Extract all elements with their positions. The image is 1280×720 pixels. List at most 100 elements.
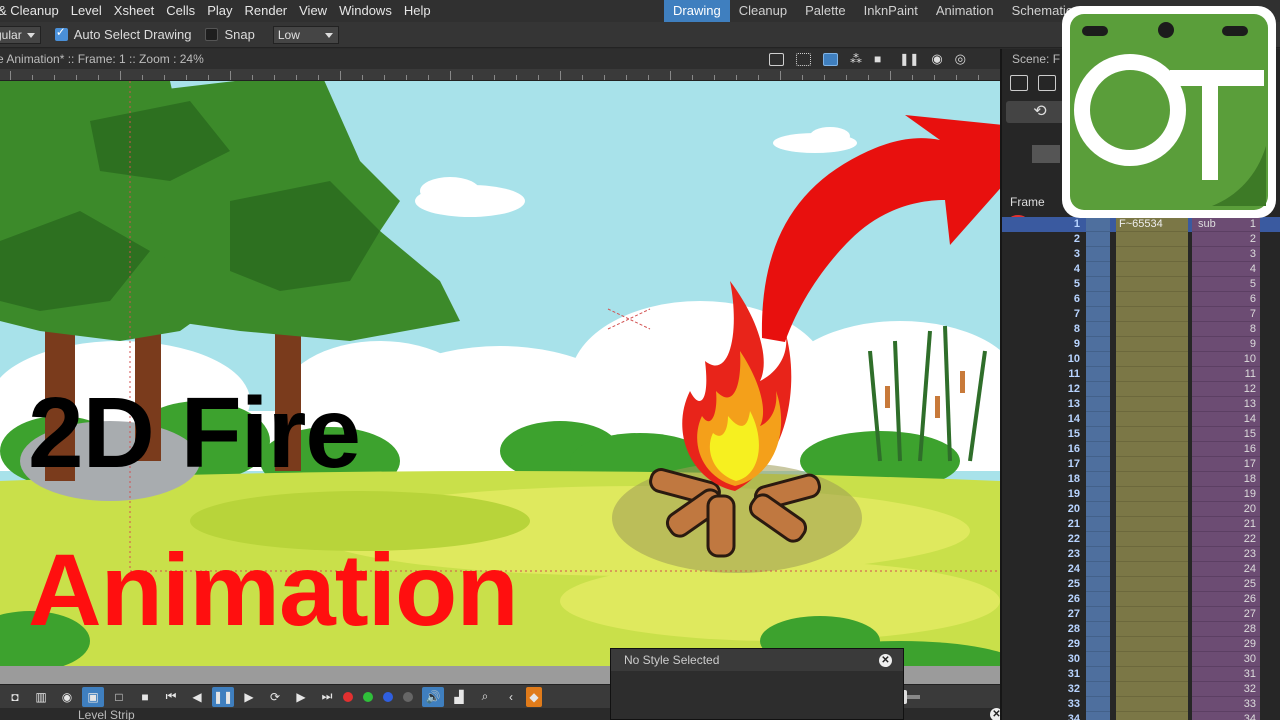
camera-stand-icon[interactable] xyxy=(822,52,838,66)
xsheet-cell-column2[interactable] xyxy=(1116,637,1188,652)
room-tab-animation[interactable]: Animation xyxy=(927,0,1003,22)
xsheet-cell-column2[interactable] xyxy=(1116,292,1188,307)
xsheet-cell-column3[interactable]: 4 xyxy=(1192,262,1260,277)
room-tab-inknpaint[interactable]: InknPaint xyxy=(855,0,927,22)
loop-icon[interactable]: ⟳ xyxy=(264,687,286,707)
snap-checkbox[interactable] xyxy=(205,28,219,41)
menu-level[interactable]: Level xyxy=(65,0,108,22)
alpha-channel-icon[interactable] xyxy=(403,691,413,702)
prev-arrow-icon[interactable]: ‹ xyxy=(500,687,522,707)
last-frame-icon[interactable]: ⏭ xyxy=(316,687,338,707)
xsheet-cell-column3[interactable]: 23 xyxy=(1192,547,1260,562)
black-bg-icon[interactable]: ■ xyxy=(134,687,156,707)
menu-play[interactable]: Play xyxy=(201,0,238,22)
xsheet-cell-column2[interactable] xyxy=(1116,307,1188,322)
xsheet-cell-column1[interactable] xyxy=(1086,532,1110,547)
xsheet-cell-column2[interactable] xyxy=(1116,517,1188,532)
xsheet-cell-column2[interactable] xyxy=(1116,412,1188,427)
xsheet-cell-column2[interactable] xyxy=(1116,592,1188,607)
xsheet-cell-column3[interactable]: 28 xyxy=(1192,622,1260,637)
menu-render[interactable]: Render xyxy=(238,0,293,22)
xsheet-cell-column3[interactable]: 20 xyxy=(1192,502,1260,517)
xsheet-cell-column1[interactable] xyxy=(1086,517,1110,532)
preview-toggle-icon[interactable]: ◉ xyxy=(56,687,78,707)
xsheet-cell-column1[interactable] xyxy=(1086,652,1110,667)
xsheet-cell-column1[interactable] xyxy=(1086,277,1110,292)
xsheet-cell-column1[interactable] xyxy=(1086,712,1110,720)
green-channel-icon[interactable] xyxy=(363,691,373,702)
blue-channel-icon[interactable] xyxy=(383,691,393,702)
preview-icon[interactable]: ◉ xyxy=(931,51,942,67)
xsheet-cell-column2[interactable] xyxy=(1116,472,1188,487)
xsheet-cell-column1[interactable] xyxy=(1086,292,1110,307)
xsheet-cell-column2[interactable] xyxy=(1116,232,1188,247)
layer-toggle-icon[interactable] xyxy=(1032,145,1060,163)
xsheet-cell-column1[interactable] xyxy=(1086,427,1110,442)
xsheet-cell-column3[interactable]: 27 xyxy=(1192,607,1260,622)
xsheet-cell-column1[interactable] xyxy=(1086,487,1110,502)
xsheet-cell-column3[interactable]: 31 xyxy=(1192,667,1260,682)
xsheet-cell-column2[interactable] xyxy=(1116,607,1188,622)
xsheet-cell-column3[interactable]: 19 xyxy=(1192,487,1260,502)
xsheet-cell-column3[interactable]: 18 xyxy=(1192,472,1260,487)
xsheet-cell-column3[interactable]: 24 xyxy=(1192,562,1260,577)
xsheet-cell-column1[interactable] xyxy=(1086,397,1110,412)
menu-windows[interactable]: Windows xyxy=(333,0,398,22)
play-icon[interactable]: ▶ xyxy=(238,687,260,707)
white-bg-icon[interactable]: □ xyxy=(108,687,130,707)
bg-checker-icon[interactable]: ▣ xyxy=(82,686,104,707)
xsheet-cell-column2[interactable] xyxy=(1116,397,1188,412)
xsheet-cell-column1[interactable] xyxy=(1086,502,1110,517)
xsheet-cell-column3[interactable]: 25 xyxy=(1192,577,1260,592)
compare-icon[interactable]: ▥ xyxy=(30,687,52,707)
xsheet-cell-column1[interactable] xyxy=(1086,622,1110,637)
xsheet-cell-column3[interactable]: 30 xyxy=(1192,652,1260,667)
sub-camera-preview-icon[interactable]: ◎ xyxy=(955,51,966,67)
xsheet-cell-column3[interactable]: 33 xyxy=(1192,697,1260,712)
xsheet-cell-column2[interactable] xyxy=(1116,247,1188,262)
xsheet-cell-column3[interactable]: 8 xyxy=(1192,322,1260,337)
first-frame-icon[interactable]: ⏮ xyxy=(160,687,182,707)
xsheet-cell-column2[interactable] xyxy=(1116,337,1188,352)
next-frame-icon[interactable]: ▶ xyxy=(290,687,312,707)
histogram-icon[interactable]: ▟ xyxy=(448,687,470,707)
xsheet-cell-column1[interactable] xyxy=(1086,217,1110,232)
xsheet-cell-column1[interactable] xyxy=(1086,472,1110,487)
xsheet-cell-column2[interactable] xyxy=(1116,427,1188,442)
xsheet-cell-column2[interactable] xyxy=(1116,322,1188,337)
xsheet-cell-column1[interactable] xyxy=(1086,262,1110,277)
menu-view[interactable]: View xyxy=(293,0,333,22)
xsheet-cell-column1[interactable] xyxy=(1086,637,1110,652)
xsheet-cell-column3[interactable]: sub 1 xyxy=(1192,217,1260,232)
room-tab-drawing[interactable]: Drawing xyxy=(664,0,730,22)
xsheet-cell-column3[interactable]: 13 xyxy=(1192,397,1260,412)
xsheet-cell-column1[interactable] xyxy=(1086,412,1110,427)
xsheet-cell-column1[interactable] xyxy=(1086,592,1110,607)
xsheet-cell-column3[interactable]: 7 xyxy=(1192,307,1260,322)
xsheet-cell-column3[interactable]: 16 xyxy=(1192,442,1260,457)
prev-frame-icon[interactable]: ◀ xyxy=(186,687,208,707)
xsheet-cell-column3[interactable]: 29 xyxy=(1192,637,1260,652)
xsheet-cell-column2[interactable] xyxy=(1116,502,1188,517)
xsheet-cell-column3[interactable]: 5 xyxy=(1192,277,1260,292)
xsheet-cell-column1[interactable] xyxy=(1086,367,1110,382)
xsheet-cell-column2[interactable] xyxy=(1116,547,1188,562)
xsheet-cell-column1[interactable] xyxy=(1086,682,1110,697)
keyframe-icon[interactable]: ◆ xyxy=(526,686,542,707)
xsheet-cell-column1[interactable] xyxy=(1086,667,1110,682)
xsheet-cell-column2[interactable] xyxy=(1116,577,1188,592)
xsheet-cell-column2[interactable] xyxy=(1116,382,1188,397)
xsheet-cell-column3[interactable]: 3 xyxy=(1192,247,1260,262)
xsheet-cell-column2[interactable] xyxy=(1116,262,1188,277)
xsheet-cell-column3[interactable]: 2 xyxy=(1192,232,1260,247)
xsheet-cell-column2[interactable] xyxy=(1116,682,1188,697)
room-tab-palette[interactable]: Palette xyxy=(796,0,854,22)
red-channel-icon[interactable] xyxy=(343,691,353,702)
xsheet-cell-column3[interactable]: 9 xyxy=(1192,337,1260,352)
xsheet-cell-column2[interactable]: F~65534 xyxy=(1116,217,1188,232)
xsheet-cell-column2[interactable] xyxy=(1116,712,1188,720)
xsheet-cell-column2[interactable] xyxy=(1116,352,1188,367)
xsheet-cell-column3[interactable]: 12 xyxy=(1192,382,1260,397)
xsheet-cell-column3[interactable]: 32 xyxy=(1192,682,1260,697)
xsheet-cell-column1[interactable] xyxy=(1086,607,1110,622)
